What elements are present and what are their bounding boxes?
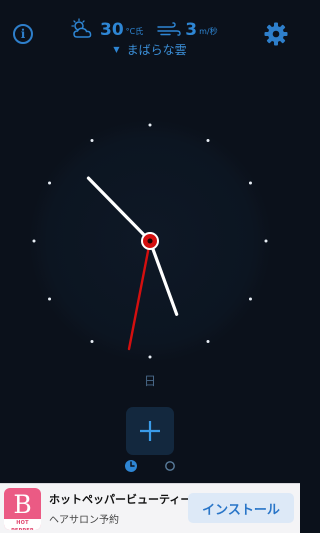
weekday-label: 日 <box>143 374 156 388</box>
hour-marker <box>148 355 152 359</box>
hour-marker <box>90 139 94 143</box>
temperature-value: 30 <box>100 20 124 40</box>
hour-marker <box>264 239 268 243</box>
hour-marker <box>48 181 52 185</box>
hour-marker <box>32 239 36 243</box>
weather-summary[interactable]: 30 °C氏 3 m/秒 <box>70 16 235 40</box>
caret-down-icon: ▼ <box>113 44 120 54</box>
gear-icon[interactable] <box>264 22 288 46</box>
info-icon: i <box>20 27 26 41</box>
weather-condition-selector[interactable]: ▼ まばらな雲 <box>0 40 300 58</box>
hour-marker <box>206 339 210 343</box>
ad-banner[interactable]: B HOT PEPPER ホットペッパービューティー ヘアサロン予約 インストー… <box>0 483 300 533</box>
hour-marker <box>148 123 152 127</box>
temperature-unit: °C氏 <box>125 27 144 36</box>
ad-logo-letter: B <box>13 490 32 519</box>
wind-icon <box>157 22 181 36</box>
install-button[interactable]: インストール <box>188 493 294 523</box>
hour-marker <box>90 339 94 343</box>
wind-speed-value: 3 <box>185 20 198 40</box>
ad-title: ホットペッパービューティー <box>49 493 192 506</box>
circle-icon[interactable] <box>164 460 176 472</box>
ad-logo-text: HOT PEPPER <box>4 519 41 530</box>
plus-icon <box>140 421 160 441</box>
ad-app-logo: B HOT PEPPER <box>4 488 41 530</box>
add-button[interactable] <box>126 407 174 455</box>
hour-marker <box>248 297 252 301</box>
page-indicator[interactable] <box>124 458 176 474</box>
wind-speed-unit: m/秒 <box>199 27 218 36</box>
hour-marker <box>48 297 52 301</box>
clock-icon[interactable] <box>124 459 138 473</box>
hour-marker <box>248 181 252 185</box>
partly-cloudy-icon <box>71 18 92 38</box>
ad-subtitle: ヘアサロン予約 <box>49 515 119 526</box>
analog-clock <box>29 120 271 362</box>
hour-marker <box>206 139 210 143</box>
weather-condition-text: まばらな雲 <box>126 42 187 57</box>
